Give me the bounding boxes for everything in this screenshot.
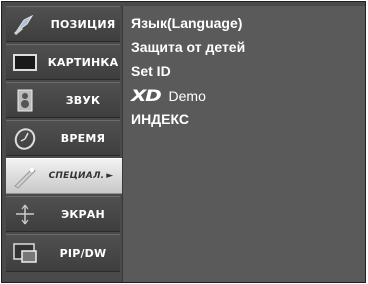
- menu-item-label: КАРТИНКА: [47, 55, 119, 69]
- clock-icon: [12, 126, 38, 151]
- menu-item-label-text: СПЕЦИАЛ.: [48, 171, 105, 181]
- osd-menu-frame: ПОЗИЦИЯ КАРТИНКА ЗВУК ВРЕМЯ СПЕЦИАЛ. ► Э…: [1, 1, 366, 283]
- option-language[interactable]: Язык(Language): [131, 15, 242, 31]
- menu-item-screen[interactable]: ЭКРАН: [6, 196, 120, 232]
- xd-logo: XD: [131, 86, 162, 105]
- pip-icon: [12, 240, 38, 265]
- option-xd-demo[interactable]: XD Demo: [131, 86, 206, 105]
- main-menu-sidebar: ПОЗИЦИЯ КАРТИНКА ЗВУК ВРЕМЯ СПЕЦИАЛ. ► Э…: [6, 6, 124, 282]
- option-child-lock[interactable]: Защита от детей: [131, 39, 245, 55]
- menu-item-time[interactable]: ВРЕМЯ: [6, 120, 120, 156]
- menu-item-label: ВРЕМЯ: [60, 131, 106, 145]
- picture-icon: [12, 50, 38, 75]
- option-xd-demo-label: Demo: [168, 88, 206, 104]
- option-index[interactable]: ИНДЕКС: [131, 111, 189, 127]
- menu-item-label: ЗВУК: [65, 93, 101, 107]
- menu-item-special[interactable]: СПЕЦИАЛ. ►: [6, 158, 124, 194]
- submenu-panel: Язык(Language) Защита от детей Set ID XD…: [122, 6, 365, 282]
- submenu-arrow-icon: ►: [106, 171, 114, 181]
- speaker-icon: [12, 88, 38, 113]
- menu-item-pip[interactable]: PIP/DW: [6, 234, 120, 272]
- menu-item-label: ПОЗИЦИЯ: [50, 17, 116, 31]
- menu-item-label: СПЕЦИАЛ. ►: [40, 159, 122, 193]
- special-icon: [12, 164, 38, 189]
- menu-item-label: PIP/DW: [59, 246, 107, 260]
- position-icon: [12, 12, 38, 37]
- option-set-id[interactable]: Set ID: [131, 63, 171, 79]
- menu-item-sound[interactable]: ЗВУК: [6, 82, 120, 118]
- menu-item-position[interactable]: ПОЗИЦИЯ: [6, 6, 120, 42]
- menu-item-picture[interactable]: КАРТИНКА: [6, 44, 120, 80]
- menu-item-label: ЭКРАН: [61, 207, 105, 221]
- screen-adjust-icon: [12, 202, 38, 227]
